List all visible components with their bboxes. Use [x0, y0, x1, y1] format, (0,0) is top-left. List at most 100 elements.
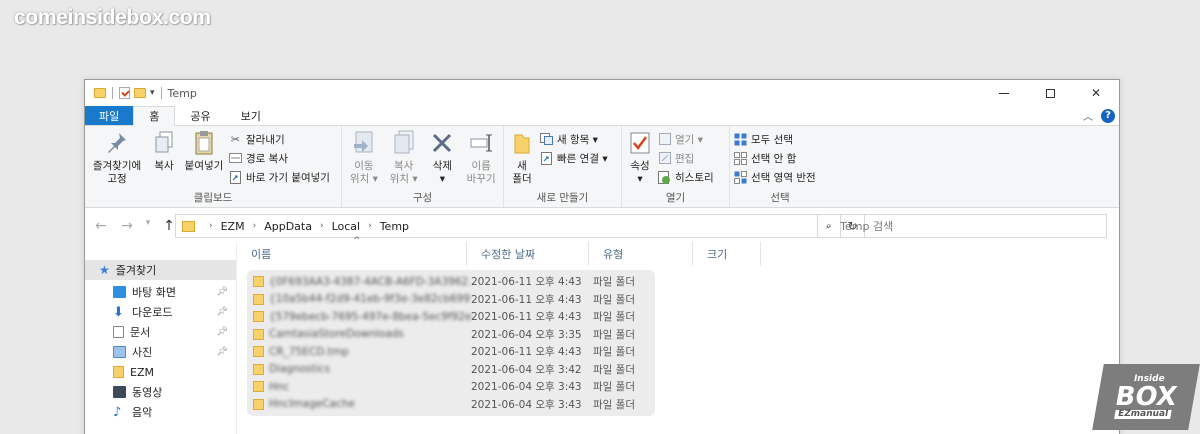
- table-row[interactable]: Diagnostics 2021-06-04 오후 3:42 파일 폴더: [247, 361, 655, 379]
- close-button[interactable]: ✕: [1073, 80, 1119, 106]
- file-type: 파일 폴더: [593, 328, 635, 341]
- tab-share[interactable]: 공유: [175, 106, 225, 125]
- tab-file[interactable]: 파일: [85, 106, 134, 125]
- table-row[interactable]: {0F693AA3-4387-4ACB-A6FD-3A3962... 2021-0…: [247, 273, 655, 291]
- maximize-button[interactable]: [1027, 80, 1073, 106]
- close-icon: ✕: [1090, 86, 1102, 100]
- tab-home[interactable]: 홈: [133, 106, 176, 126]
- table-row[interactable]: {10a5b44-f2d9-41eb-9f3e-3e82cb699... 2021…: [247, 291, 655, 309]
- search-box[interactable]: ⌕ Temp 검색: [817, 214, 1107, 238]
- select-none-icon: [734, 151, 747, 165]
- new-item-icon: [540, 133, 553, 146]
- paste-shortcut-button[interactable]: 바로 가기 붙여넣기: [229, 169, 330, 185]
- separator: [160, 87, 162, 99]
- copy-path-button[interactable]: 경로 복사: [229, 150, 330, 166]
- paste-label: 붙여넣기: [184, 160, 224, 172]
- folder-icon: [94, 88, 106, 98]
- pin-icon[interactable]: 📌︎: [217, 287, 228, 297]
- help-icon[interactable]: ?: [1101, 108, 1115, 123]
- delete-icon: [428, 129, 456, 157]
- file-type: 파일 폴더: [593, 276, 635, 289]
- new-folder-icon[interactable]: [134, 88, 146, 98]
- insidebox-logo: Inside BOX EZmanual: [1092, 364, 1200, 430]
- copy-to-icon: [390, 129, 418, 157]
- clipboard-group-label: 클립보드: [193, 192, 233, 204]
- sidebar-item-pictures[interactable]: 사진 📌︎: [85, 342, 236, 362]
- folder-icon: [253, 398, 264, 410]
- folder-icon: [253, 328, 264, 340]
- properties-icon[interactable]: [119, 87, 130, 99]
- sidebar-item-label: 다운로드: [132, 306, 173, 319]
- customize-toolbar-icon[interactable]: ▾: [150, 88, 155, 98]
- cut-label: 잘라내기: [246, 133, 285, 146]
- file-rows: {0F693AA3-4387-4ACB-A6FD-3A3962... 2021-0…: [247, 270, 655, 416]
- column-header-date[interactable]: 수정한 날짜: [467, 242, 589, 266]
- collapse-ribbon-icon[interactable]: ︿: [1083, 108, 1093, 123]
- history-label: 히스토리: [675, 171, 714, 184]
- new-folder-icon: [508, 129, 536, 157]
- sidebar-item-label: 음악: [132, 406, 153, 419]
- copy-label: 복사: [154, 160, 174, 172]
- file-type: 파일 폴더: [593, 398, 635, 411]
- invert-selection-button[interactable]: 선택 영역 반전: [734, 169, 816, 185]
- select-all-button[interactable]: 모두 선택: [734, 131, 816, 147]
- copy-path-icon: [229, 152, 242, 165]
- sidebar-item-desktop[interactable]: 바탕 화면 📌︎: [85, 282, 236, 302]
- search-placeholder: Temp 검색: [840, 220, 894, 233]
- breadcrumb-local[interactable]: Local: [332, 220, 361, 233]
- file-date: 2021-06-11 오후 4:43: [471, 346, 582, 359]
- breadcrumb-temp[interactable]: Temp: [380, 220, 409, 233]
- minimize-icon: [999, 92, 1009, 94]
- pin-icon[interactable]: 📌︎: [217, 347, 228, 357]
- sidebar-item-music[interactable]: ♪ 음악: [85, 402, 236, 422]
- easy-access-button[interactable]: 빠른 연결 ▾: [540, 150, 608, 166]
- pin-icon[interactable]: 📌︎: [217, 327, 228, 337]
- pin-icon[interactable]: 📌︎: [217, 307, 228, 317]
- open-button[interactable]: 열기 ▾: [658, 131, 714, 147]
- column-header-type[interactable]: 유형: [589, 242, 693, 266]
- breadcrumb-ezm[interactable]: EZM: [221, 220, 245, 233]
- select-none-label: 선택 안 함: [751, 152, 797, 165]
- sidebar-item-quick-access[interactable]: ★ 즐겨찾기: [85, 260, 236, 280]
- breadcrumb-chevron-icon[interactable]: ›: [368, 221, 372, 231]
- new-item-label: 새 항목 ▾: [557, 133, 598, 146]
- table-row[interactable]: {579ebecb-7695-497e-8bea-5ec9f92e... 2021…: [247, 308, 655, 326]
- recent-locations-icon[interactable]: ▾: [143, 218, 153, 234]
- quick-access-toolbar: ▾: [85, 87, 164, 99]
- select-all-icon: [734, 133, 747, 146]
- file-list: ^ 이름 수정한 날짜 유형 크기 {0F693AA3-4387-4ACB-A6…: [237, 236, 1119, 434]
- minimize-button[interactable]: [981, 80, 1027, 106]
- forward-arrow-icon[interactable]: →: [117, 218, 137, 234]
- window-title: Temp: [167, 86, 197, 100]
- move-to-icon: [350, 129, 378, 157]
- select-none-button[interactable]: 선택 안 함: [734, 150, 816, 166]
- file-date: 2021-06-04 오후 3:35: [471, 328, 582, 341]
- column-header-name[interactable]: 이름: [237, 242, 467, 266]
- new-item-button[interactable]: 새 항목 ▾: [540, 131, 608, 147]
- address-bar[interactable]: › EZM › AppData › Local › Temp ⌄ ↻: [175, 214, 865, 238]
- breadcrumb-appdata[interactable]: AppData: [264, 220, 312, 233]
- sidebar-item-videos[interactable]: 동영상: [85, 382, 236, 402]
- open-group: 속성 ▾ 열기 ▾ 편집 히스토리 열기: [622, 126, 730, 207]
- table-row[interactable]: Hnc 2021-06-04 오후 3:43 파일 폴더: [247, 378, 655, 396]
- cut-button[interactable]: ✂ 잘라내기: [229, 131, 330, 147]
- title-bar: ▾ Temp ✕: [85, 80, 1119, 106]
- breadcrumb-chevron-icon[interactable]: ›: [209, 221, 213, 231]
- sidebar-item-documents[interactable]: 문서 📌︎: [85, 322, 236, 342]
- desktop-icon: [113, 286, 126, 298]
- window-controls: ✕: [981, 80, 1119, 106]
- table-row[interactable]: HncImageCache 2021-06-04 오후 3:43 파일 폴더: [247, 396, 655, 414]
- back-arrow-icon[interactable]: ←: [91, 218, 111, 234]
- copy-to-label: 복사: [393, 160, 414, 172]
- history-button[interactable]: 히스토리: [658, 169, 714, 185]
- film-icon: [113, 386, 126, 398]
- sidebar-item-ezm[interactable]: EZM: [85, 362, 236, 382]
- breadcrumb-chevron-icon[interactable]: ›: [320, 221, 324, 231]
- sidebar-item-downloads[interactable]: ⬇ 다운로드 📌︎: [85, 302, 236, 322]
- breadcrumb-chevron-icon[interactable]: ›: [253, 221, 257, 231]
- tab-view[interactable]: 보기: [226, 106, 276, 125]
- table-row[interactable]: CR_75ECD.tmp 2021-06-11 오후 4:43 파일 폴더: [247, 343, 655, 361]
- table-row[interactable]: CamtasiaStoreDownloads 2021-06-04 오후 3:35…: [247, 326, 655, 344]
- edit-button[interactable]: 편집: [658, 150, 714, 166]
- column-header-size[interactable]: 크기: [693, 242, 761, 266]
